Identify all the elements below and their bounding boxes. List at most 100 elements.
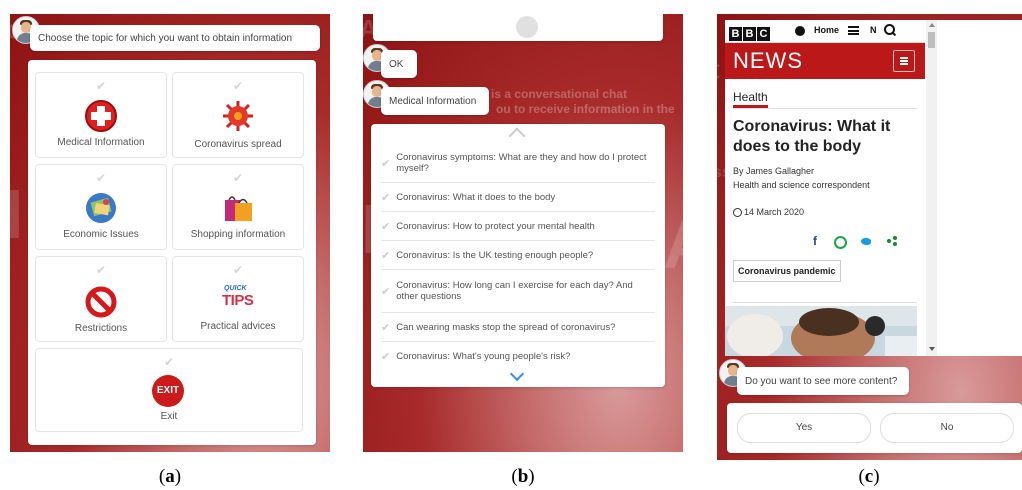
medical-cross-icon <box>85 100 117 132</box>
list-item[interactable]: ✔ Coronavirus symptoms: What are they and… <box>381 144 655 183</box>
article-hero-image <box>725 306 917 356</box>
topic-tile-coronavirus-spread[interactable]: ✔ Coronavirus spread <box>172 72 304 158</box>
list-item[interactable]: ✔ Coronavirus: What's young people's risk… <box>381 342 655 370</box>
list-item-text: Can wearing masks stop the spread of cor… <box>396 321 616 333</box>
chat-panel-edge <box>937 20 1022 356</box>
background-ghost-text: I <box>10 175 24 253</box>
menu-icon[interactable] <box>848 26 859 35</box>
twitter-share-icon[interactable] <box>861 238 871 245</box>
list-item-text: Coronavirus symptoms: What are they and … <box>396 152 647 174</box>
facebook-share-icon[interactable]: f <box>813 234 817 248</box>
nav-more-link[interactable]: N <box>870 25 877 35</box>
yes-button[interactable]: Yes <box>737 413 871 443</box>
check-icon: ✔ <box>381 285 391 298</box>
list-item[interactable]: ✔ Can wearing masks stop the spread of co… <box>381 313 655 342</box>
list-item-text: Coronavirus: What it does to the body <box>396 191 556 203</box>
topic-label: Restrictions <box>74 323 128 334</box>
section-label[interactable]: Health <box>733 90 768 108</box>
topic-menu-card: ✔ Medical Information ✔ Coronavirus spre… <box>28 60 316 445</box>
scroll-up-icon[interactable] <box>508 127 526 145</box>
answer-buttons-card: Yes No <box>727 403 1022 453</box>
article-webview[interactable]: BBC Home N NEWS Health Coronavirus: What… <box>725 20 937 356</box>
check-icon: ✔ <box>163 355 175 369</box>
bot-prompt-text: Choose the topic for which you want to o… <box>38 32 293 44</box>
user-reply-text: OK <box>389 58 404 70</box>
no-button-label: No <box>940 422 954 433</box>
topic-label: Medical Information <box>57 137 145 148</box>
user-reply-text: Medical Information <box>389 95 477 107</box>
panel-a: co I Choose the topic for which you want… <box>10 14 330 452</box>
article-headline: Coronavirus: What it does to the body <box>733 118 891 155</box>
user-reply-ok: OK <box>381 50 417 78</box>
virus-icon <box>223 101 253 131</box>
topic-label: Coronavirus spread <box>194 139 282 150</box>
bbc-logo-letter: B <box>729 27 742 41</box>
scroll-down-arrow-icon[interactable] <box>929 347 935 351</box>
news-brand: NEWS <box>733 48 803 73</box>
topic-tile-restrictions[interactable]: ✔ Restrictions <box>35 256 167 342</box>
search-icon-handle <box>891 31 897 37</box>
bbc-topbar: BBC Home N <box>725 20 925 43</box>
scroll-up-arrow-icon[interactable] <box>929 23 935 27</box>
topic-tile-medical-information[interactable]: ✔ Medical Information <box>35 72 167 158</box>
bot-question-text: Do you want to see more content? <box>745 375 898 387</box>
check-icon: ✔ <box>381 220 391 233</box>
topic-tile-practical-advices[interactable]: ✔ QUICK TIPS Practical advices <box>172 256 304 342</box>
nav-home-link[interactable]: Home <box>814 25 839 35</box>
check-icon: ✔ <box>381 191 391 204</box>
webview-scrollbar[interactable] <box>926 20 937 356</box>
scrollbar-thumb[interactable] <box>928 32 935 48</box>
check-icon: ✔ <box>95 263 107 277</box>
bbc-logo-letter: C <box>757 27 770 41</box>
check-icon: ✔ <box>95 171 107 185</box>
tag-badge[interactable]: Coronavirus pandemic <box>733 260 841 282</box>
list-item[interactable]: ✔ Coronavirus: What it does to the body <box>381 183 655 212</box>
prohibited-icon <box>85 286 117 318</box>
caption-c: (c) <box>858 466 880 487</box>
background-ghost-text: t <box>717 54 720 85</box>
previous-card-bottom <box>373 14 663 41</box>
list-item-text: Coronavirus: Is the UK testing enough pe… <box>396 249 594 261</box>
news-menu-button[interactable] <box>893 50 915 72</box>
topic-tile-exit[interactable]: ✔ EXIT Exit <box>35 348 303 432</box>
bbc-logo-letter: B <box>743 27 756 41</box>
clock-icon <box>733 208 742 217</box>
exit-icon-text: EXIT <box>156 385 180 396</box>
topic-label: Exit <box>160 411 178 422</box>
share-icon[interactable] <box>887 236 897 246</box>
article-author-role: Health and science correspondent <box>733 180 870 190</box>
list-item[interactable]: ✔ Coronavirus: How long can I exercise fo… <box>381 270 655 313</box>
list-item-text: Coronavirus: How long can I exercise for… <box>396 280 633 302</box>
background-ghost-text: ou to receive information in the <box>496 102 675 116</box>
list-item[interactable]: ✔ Coronavirus: How to protect your mental… <box>381 212 655 241</box>
no-button[interactable]: No <box>880 413 1014 443</box>
account-icon[interactable] <box>795 26 805 36</box>
news-banner: NEWS <box>725 43 925 79</box>
topic-tile-economic-issues[interactable]: ✔ Economic Issues <box>35 164 167 250</box>
check-icon: ✔ <box>232 79 244 93</box>
whatsapp-share-icon[interactable] <box>834 236 847 249</box>
check-icon: ✔ <box>95 79 107 93</box>
bot-question-bubble: Do you want to see more content? <box>737 367 909 395</box>
panel-c: t ss BBC Home N NEWS Health Coronavirus:… <box>717 14 1022 460</box>
panel-b: A I A is a conversational chat ou to rec… <box>363 14 683 452</box>
bbc-logo[interactable]: BBC <box>729 24 771 42</box>
check-icon: ✔ <box>381 321 391 334</box>
list-item[interactable]: ✔ Coronavirus: Is the UK testing enough p… <box>381 241 655 270</box>
tips-icon-bottom-text: TIPS <box>222 292 254 309</box>
articles-list-card: ✔ Coronavirus symptoms: What are they and… <box>371 124 665 387</box>
article-byline: By James Gallagher <box>733 166 815 176</box>
caption-b: (b) <box>511 466 535 487</box>
topic-label: Practical advices <box>200 321 276 332</box>
background-ghost-text: A <box>663 204 683 284</box>
check-icon: ✔ <box>232 263 244 277</box>
check-icon: ✔ <box>232 171 244 185</box>
check-icon: ✔ <box>381 249 391 262</box>
topic-label: Shopping information <box>190 229 286 240</box>
topic-tile-shopping-information[interactable]: ✔ Shopping information <box>172 164 304 250</box>
globe-money-icon <box>86 193 116 223</box>
yes-button-label: Yes <box>795 422 813 433</box>
exit-icon: EXIT <box>152 375 184 407</box>
tips-icon-top-text: QUICK <box>224 285 247 292</box>
user-reply-medical-information: Medical Information <box>381 87 489 115</box>
